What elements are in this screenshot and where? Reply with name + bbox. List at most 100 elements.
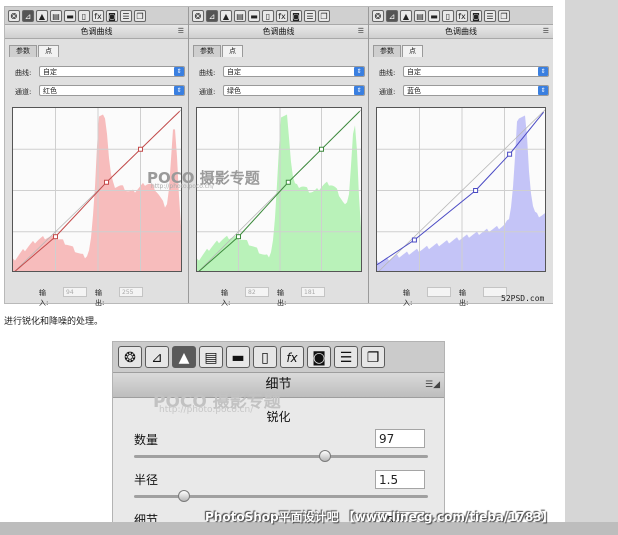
camera-icon[interactable]: ◙ (290, 9, 302, 22)
curve-select[interactable]: 自定 ⇕ (403, 66, 549, 77)
select-arrow-icon: ⇕ (174, 86, 184, 95)
curve-point[interactable] (104, 179, 109, 185)
aperture-icon[interactable]: ❂ (118, 346, 142, 368)
hsl-icon[interactable]: ▤ (234, 9, 246, 22)
output-field[interactable]: 255 (119, 287, 143, 297)
panel-menu-icon[interactable]: ☰ (358, 25, 364, 38)
panel-title-text: 色调曲线 (262, 27, 295, 36)
fx-icon[interactable]: fx (456, 9, 468, 22)
channel-select-value: 蓝色 (407, 87, 421, 95)
panel-toolbar: ❂ ⊿ ▲ ▤ ▬ ▯ fx ◙ ☰ ❐ (369, 7, 553, 25)
radius-slider-thumb[interactable] (177, 490, 190, 502)
panel-menu-icon[interactable]: ☰◢ (425, 373, 440, 397)
curve-point[interactable] (53, 234, 58, 240)
select-arrow-icon: ⇕ (354, 86, 364, 95)
input-field[interactable] (427, 287, 451, 297)
output-label: 输出: (95, 289, 105, 307)
curve-point[interactable] (473, 188, 479, 193)
tab-point[interactable]: 点 (402, 45, 423, 57)
detail-icon[interactable]: ▲ (36, 9, 48, 22)
hsl-icon[interactable]: ▤ (414, 9, 426, 22)
tab-point[interactable]: 点 (38, 45, 59, 57)
panel-menu-icon[interactable]: ☰ (178, 25, 184, 38)
footer-watermark: PhotoShop平面设计吧 【www.linecg.com/tieba/178… (205, 510, 554, 524)
tone-curve-screenshot: ❂ ⊿ ▲ ▤ ▬ ▯ fx ◙ ☰ ❐ 色调曲线 ☰ 参数点曲线: 自定 ⇕ 通道: 红色 ⇕ 输入: 94 输出: 2… (4, 6, 553, 307)
presets-icon[interactable]: ☰ (484, 9, 496, 22)
curve-point[interactable] (507, 151, 513, 157)
presets-icon[interactable]: ☰ (334, 346, 358, 368)
camera-icon[interactable]: ◙ (307, 346, 331, 368)
fx-icon[interactable]: fx (280, 346, 304, 368)
snapshots-icon[interactable]: ❐ (134, 9, 146, 22)
split-toning-icon[interactable]: ▬ (226, 346, 250, 368)
lens-icon[interactable]: ▯ (442, 9, 454, 22)
curve-point[interactable] (138, 146, 143, 152)
panel-tabs: 参数点 (9, 45, 59, 57)
tone-curve-icon[interactable]: ⊿ (206, 9, 218, 22)
channel-select[interactable]: 红色 ⇕ (39, 85, 185, 96)
radius-label: 半径 (134, 473, 159, 487)
lens-icon[interactable]: ▯ (253, 346, 277, 368)
amount-field[interactable]: 97 (375, 429, 425, 448)
aperture-icon[interactable]: ❂ (8, 9, 20, 22)
output-field[interactable]: 181 (301, 287, 325, 297)
curve-graph[interactable] (196, 107, 362, 272)
fx-icon[interactable]: fx (92, 9, 104, 22)
amount-slider-thumb[interactable] (319, 450, 332, 462)
snapshots-icon[interactable]: ❐ (361, 346, 385, 368)
curve-panel-red: ❂ ⊿ ▲ ▤ ▬ ▯ fx ◙ ☰ ❐ 色调曲线 ☰ 参数点曲线: 自定 ⇕ 通道: 红色 ⇕ 输入: 94 输出: 2… (5, 7, 189, 307)
curve-point[interactable] (236, 234, 241, 240)
panel-toolbar: ❂ ⊿ ▲ ▤ ▬ ▯ fx ◙ ☰ ❐ (189, 7, 368, 25)
output-label: 输出: (459, 289, 469, 307)
poco-url-watermark-top: http://photo.poco.cn/ (151, 183, 214, 190)
input-field[interactable]: 94 (63, 287, 87, 297)
sharpening-heading: 锐化 (266, 410, 291, 424)
presets-icon[interactable]: ☰ (120, 9, 132, 22)
snapshots-icon[interactable]: ❐ (498, 9, 510, 22)
snapshots-icon[interactable]: ❐ (318, 9, 330, 22)
detail-icon[interactable]: ▲ (172, 346, 196, 368)
lens-icon[interactable]: ▯ (262, 9, 274, 22)
curve-graph[interactable] (376, 107, 546, 272)
channel-select[interactable]: 蓝色 ⇕ (403, 85, 549, 96)
hsl-icon[interactable]: ▤ (50, 9, 62, 22)
tone-curve-icon[interactable]: ⊿ (22, 9, 34, 22)
tab-parametric[interactable]: 参数 (9, 45, 37, 57)
split-toning-icon[interactable]: ▬ (428, 9, 440, 22)
select-arrow-icon: ⇕ (354, 67, 364, 76)
tab-parametric[interactable]: 参数 (193, 45, 221, 57)
split-toning-icon[interactable]: ▬ (248, 9, 260, 22)
select-arrow-icon: ⇕ (538, 86, 548, 95)
tone-curve-icon[interactable]: ⊿ (386, 9, 398, 22)
camera-icon[interactable]: ◙ (470, 9, 482, 22)
panel-tabs: 参数点 (193, 45, 243, 57)
fx-icon[interactable]: fx (276, 9, 288, 22)
input-field[interactable]: 82 (245, 287, 269, 297)
select-arrow-icon: ⇕ (538, 67, 548, 76)
channel-select[interactable]: 绿色 ⇕ (223, 85, 365, 96)
amount-slider-track[interactable] (134, 455, 428, 458)
tab-parametric[interactable]: 参数 (373, 45, 401, 57)
split-toning-icon[interactable]: ▬ (64, 9, 76, 22)
page-gutter (565, 0, 618, 535)
detail-icon[interactable]: ▲ (400, 9, 412, 22)
lens-icon[interactable]: ▯ (78, 9, 90, 22)
panel-toolbar: ❂ ⊿ ▲ ▤ ▬ ▯ fx ◙ ☰ ❐ (5, 7, 188, 25)
radius-field[interactable]: 1.5 (375, 470, 425, 489)
curve-select[interactable]: 自定 ⇕ (39, 66, 185, 77)
aperture-icon[interactable]: ❂ (372, 9, 384, 22)
curve-point[interactable] (319, 146, 324, 152)
curve-point[interactable] (411, 237, 417, 243)
panel-menu-icon[interactable]: ☰ (543, 25, 549, 38)
aperture-icon[interactable]: ❂ (192, 9, 204, 22)
tone-curve-icon[interactable]: ⊿ (145, 346, 169, 368)
curve-select-value: 自定 (407, 68, 421, 76)
curve-point[interactable] (285, 179, 291, 185)
detail-icon[interactable]: ▲ (220, 9, 232, 22)
tab-point[interactable]: 点 (222, 45, 243, 57)
presets-icon[interactable]: ☰ (304, 9, 316, 22)
curve-select[interactable]: 自定 ⇕ (223, 66, 365, 77)
camera-icon[interactable]: ◙ (106, 9, 118, 22)
panel-title: 色调曲线 ☰ (369, 25, 553, 39)
hsl-icon[interactable]: ▤ (199, 346, 223, 368)
